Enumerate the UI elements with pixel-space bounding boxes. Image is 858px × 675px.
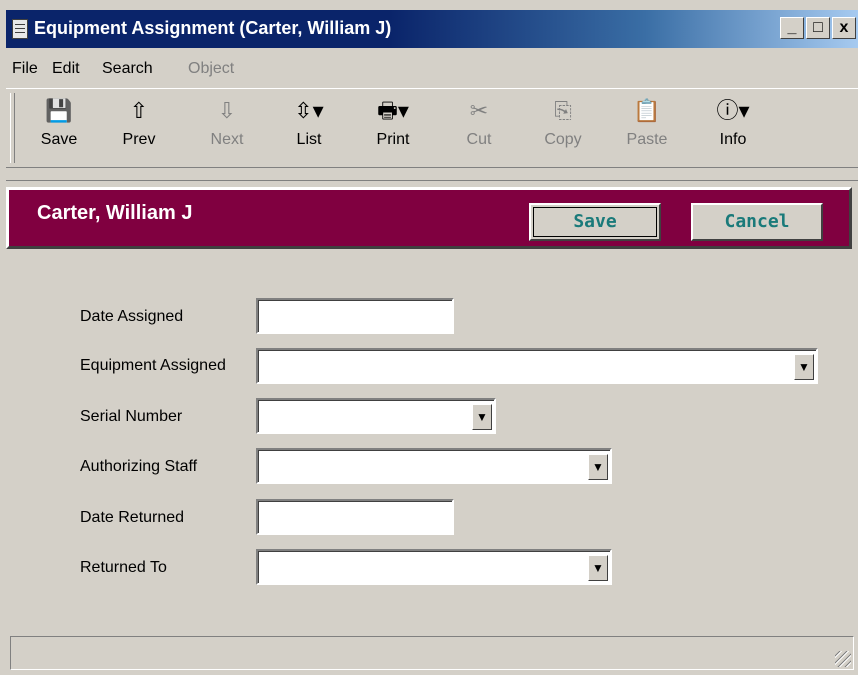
save-toolbar-button[interactable]: 💾 Save [28,93,90,165]
toolbar: 💾 Save ⇧ Prev ⇩ Next ⇳▾ List 🖶▾ Print ✂ … [6,88,858,168]
header-banner: Carter, William J Save Cancel [6,187,852,249]
copy-icon: ⎘ [554,98,572,123]
menu-bar: File Edit Search Object [6,55,858,85]
list-arrows-icon: ⇳▾ [294,98,324,123]
chevron-down-icon[interactable]: ▼ [588,454,608,480]
minimize-button[interactable]: _ [780,17,804,39]
save-toolbar-label: Save [40,131,78,148]
cut-toolbar-label: Cut [466,131,492,148]
info-toolbar-button[interactable]: ⓘ▾ Info [702,93,764,165]
serial-number-label: Serial Number [80,408,183,425]
window-title: Equipment Assignment (Carter, William J) [34,18,392,38]
paste-toolbar-label: Paste [626,131,668,148]
menu-edit[interactable]: Edit [52,60,80,78]
chevron-down-icon[interactable]: ▼ [794,354,814,380]
list-toolbar-label: List [296,131,322,148]
equipment-assigned-select[interactable]: ▼ [256,348,818,384]
printer-icon: 🖶▾ [377,98,409,123]
toolbar-grip[interactable] [10,93,15,163]
copy-toolbar-button[interactable]: ⎘ Copy [532,93,594,165]
record-name: Carter, William J [37,202,193,224]
save-button[interactable]: Save [529,203,661,241]
prev-toolbar-button[interactable]: ⇧ Prev [108,93,170,165]
cut-toolbar-button[interactable]: ✂ Cut [448,93,510,165]
authorizing-staff-label: Authorizing Staff [80,458,198,475]
resize-grip-icon[interactable] [835,651,851,667]
cancel-button[interactable]: Cancel [691,203,823,241]
list-toolbar-button[interactable]: ⇳▾ List [278,93,340,165]
info-toolbar-label: Info [719,131,747,148]
date-returned-field[interactable] [256,499,454,535]
print-toolbar-button[interactable]: 🖶▾ Print [362,93,424,165]
next-toolbar-button[interactable]: ⇩ Next [196,93,258,165]
chevron-down-icon[interactable]: ▼ [472,404,492,430]
authorizing-staff-select[interactable]: ▼ [256,448,612,484]
menu-object[interactable]: Object [188,60,234,78]
returned-to-label: Returned To [80,559,167,576]
scissors-icon: ✂ [469,98,489,123]
info-icon: ⓘ▾ [716,98,750,123]
next-toolbar-label: Next [210,131,244,148]
title-bar[interactable]: Equipment Assignment (Carter, William J)… [6,10,858,48]
arrow-down-icon: ⇩ [217,98,237,123]
chevron-down-icon[interactable]: ▼ [588,555,608,581]
app-window: Equipment Assignment (Carter, William J)… [0,0,858,675]
prev-toolbar-label: Prev [122,131,156,148]
date-returned-label: Date Returned [80,509,185,526]
paste-toolbar-button[interactable]: 📋 Paste [616,93,678,165]
returned-to-select[interactable]: ▼ [256,549,612,585]
arrow-up-icon: ⇧ [129,98,149,123]
floppy-disk-icon: 💾 [45,98,73,123]
clipboard-icon: 📋 [633,98,661,123]
menu-file[interactable]: File [12,60,38,78]
close-button[interactable]: x [832,17,856,39]
serial-number-select[interactable]: ▼ [256,398,496,434]
record-header: Carter, William J Save Cancel [6,180,858,260]
maximize-button[interactable]: □ [806,17,830,39]
menu-search[interactable]: Search [102,60,153,78]
print-toolbar-label: Print [376,131,410,148]
date-assigned-field[interactable] [256,298,454,334]
equipment-assigned-label: Equipment Assigned [80,357,226,374]
status-bar [10,636,854,670]
app-icon [12,19,28,39]
date-assigned-label: Date Assigned [80,308,184,325]
copy-toolbar-label: Copy [544,131,582,148]
